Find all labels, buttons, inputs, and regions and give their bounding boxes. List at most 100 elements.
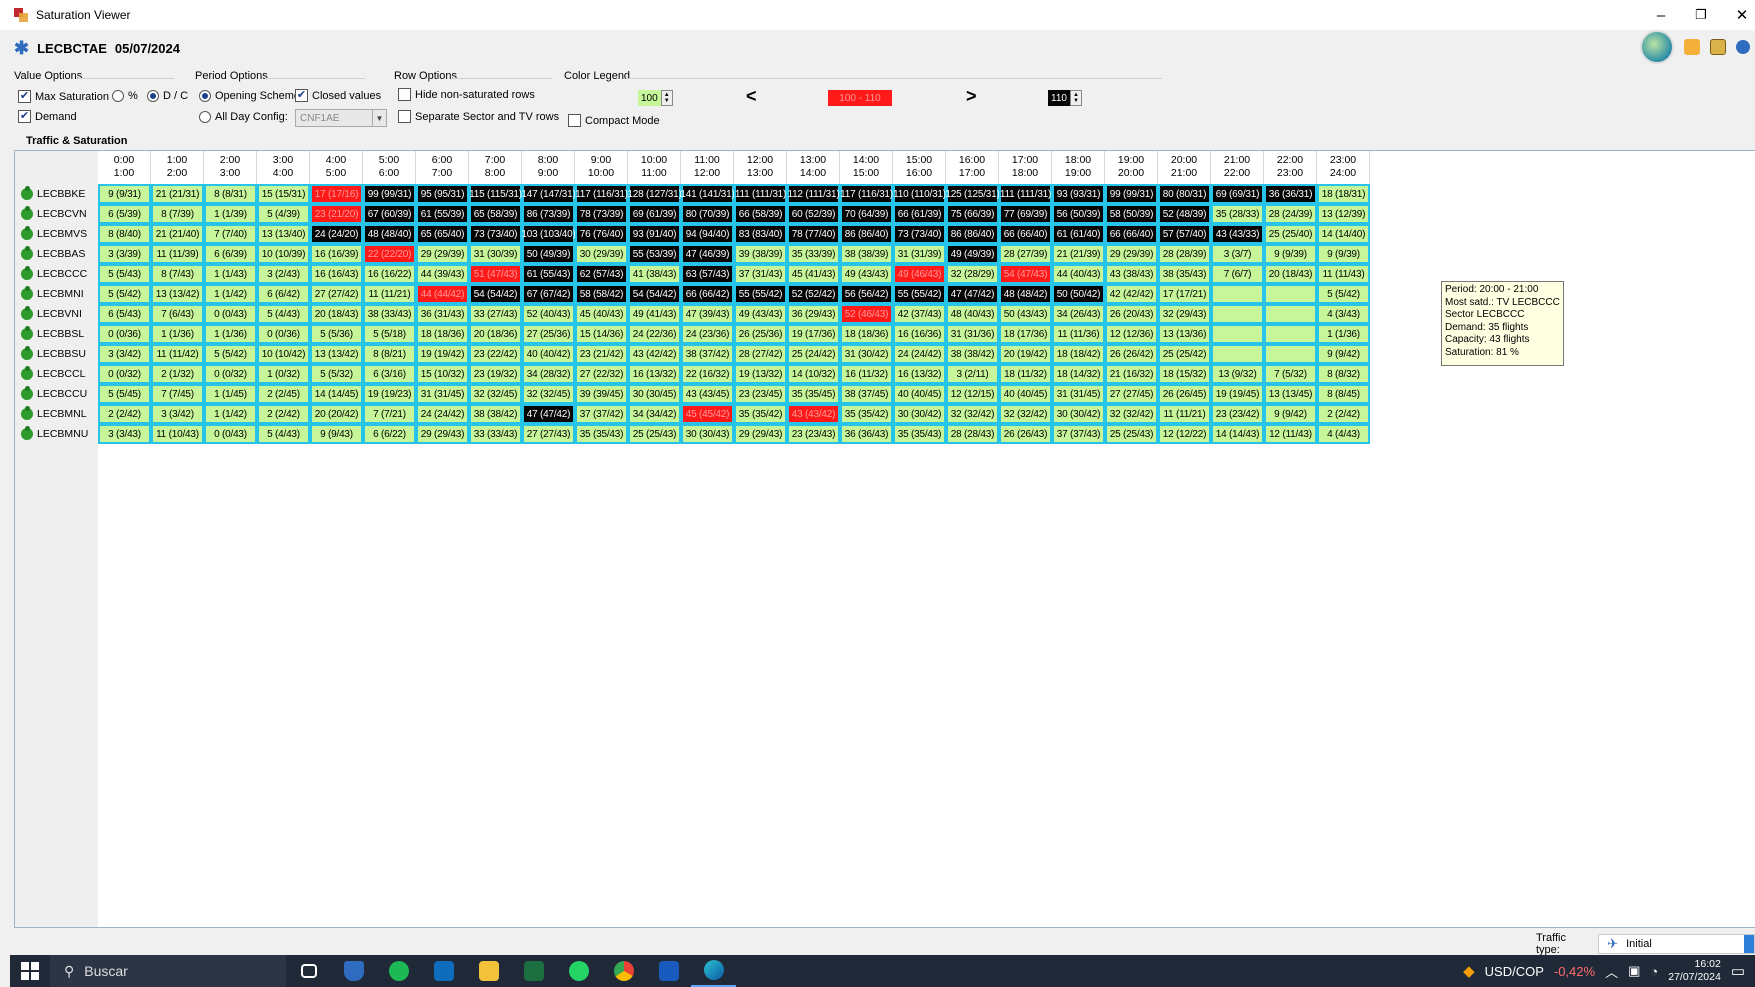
saturation-cell[interactable]: 6 (5/39)	[98, 204, 151, 224]
saturation-cell[interactable]: 7 (7/21)	[363, 404, 416, 424]
saturation-cell[interactable]: 49 (41/43)	[628, 304, 681, 324]
taskbar-search[interactable]: ⚲ Buscar	[50, 955, 286, 987]
saturation-cell[interactable]: 49 (46/43)	[893, 264, 946, 284]
hide-non-saturated-checkbox[interactable]: Hide non-saturated rows	[398, 88, 535, 101]
sector-row-label[interactable]: LECBBSU	[15, 344, 98, 364]
saturation-cell[interactable]: 19 (17/36)	[787, 324, 840, 344]
saturation-cell[interactable]: 28 (28/39)	[1158, 244, 1211, 264]
saturation-cell[interactable]: 8 (7/43)	[151, 264, 204, 284]
saturation-cell[interactable]: 69 (69/31)	[1211, 184, 1264, 204]
saturation-cell[interactable]: 35 (35/43)	[575, 424, 628, 444]
saturation-cell[interactable]: 80 (70/39)	[681, 204, 734, 224]
saturation-cell[interactable]: 38 (37/45)	[840, 384, 893, 404]
saturation-cell[interactable]: 29 (29/43)	[416, 424, 469, 444]
saturation-cell[interactable]: 66 (66/40)	[1105, 224, 1158, 244]
saturation-cell[interactable]: 52 (40/43)	[522, 304, 575, 324]
saturation-cell[interactable]: 16 (13/32)	[628, 364, 681, 384]
saturation-cell[interactable]: 9 (9/43)	[310, 424, 363, 444]
saturation-cell[interactable]: 70 (64/39)	[840, 204, 893, 224]
saturation-cell[interactable]: 3 (3/42)	[151, 404, 204, 424]
saturation-cell[interactable]: 31 (31/45)	[416, 384, 469, 404]
saturation-cell[interactable]: 49 (43/43)	[734, 304, 787, 324]
saturation-cell[interactable]: 45 (45/42)	[681, 404, 734, 424]
saturation-cell[interactable]: 6 (3/16)	[363, 364, 416, 384]
saturation-cell[interactable]: 23 (23/42)	[1211, 404, 1264, 424]
saturation-cell[interactable]: 26 (26/42)	[1105, 344, 1158, 364]
saturation-cell[interactable]: 9 (9/39)	[1317, 244, 1370, 264]
saturation-cell[interactable]: 60 (52/39)	[787, 204, 840, 224]
saturation-cell[interactable]: 65 (58/39)	[469, 204, 522, 224]
saturation-cell[interactable]: 117 (116/31)	[840, 184, 893, 204]
saturation-cell[interactable]: 45 (40/43)	[575, 304, 628, 324]
percent-radio[interactable]: %	[112, 90, 138, 102]
saturation-cell[interactable]: 42 (37/43)	[893, 304, 946, 324]
sector-row-label[interactable]: LECBCCU	[15, 384, 98, 404]
saturation-cell[interactable]: 78 (73/39)	[575, 204, 628, 224]
saturation-cell[interactable]: 11 (11/42)	[151, 344, 204, 364]
saturation-cell[interactable]: 31 (31/45)	[1052, 384, 1105, 404]
saturation-cell[interactable]: 29 (29/39)	[1105, 244, 1158, 264]
saturation-cell[interactable]: 38 (38/42)	[946, 344, 999, 364]
restore-button[interactable]: ❐	[1681, 0, 1721, 30]
saturation-cell[interactable]: 73 (73/40)	[469, 224, 522, 244]
saturation-cell[interactable]: 32 (32/42)	[999, 404, 1052, 424]
all-day-config-radio[interactable]: All Day Config:	[199, 111, 288, 123]
saturation-cell[interactable]: 31 (30/42)	[840, 344, 893, 364]
saturation-cell[interactable]: 34 (34/42)	[628, 404, 681, 424]
saturation-cell[interactable]: 43 (42/42)	[628, 344, 681, 364]
saturation-cell[interactable]: 16 (16/36)	[893, 324, 946, 344]
saturation-cell[interactable]: 32 (32/45)	[522, 384, 575, 404]
saturation-cell[interactable]: 11 (11/36)	[1052, 324, 1105, 344]
saturation-cell[interactable]: 9 (9/42)	[1264, 404, 1317, 424]
saturation-cell[interactable]: 55 (53/39)	[628, 244, 681, 264]
saturation-cell[interactable]: 38 (38/42)	[469, 404, 522, 424]
saturation-cell[interactable]: 25 (24/42)	[787, 344, 840, 364]
saturation-cell[interactable]: 13 (13/40)	[257, 224, 310, 244]
saturation-cell[interactable]: 51 (47/43)	[469, 264, 522, 284]
saturation-cell[interactable]: 3 (3/42)	[98, 344, 151, 364]
saturation-cell[interactable]: 21 (21/39)	[1052, 244, 1105, 264]
saturation-cell[interactable]: 24 (23/36)	[681, 324, 734, 344]
saturation-cell[interactable]: 11 (11/21)	[363, 284, 416, 304]
demand-checkbox[interactable]: ✔ Demand	[18, 110, 77, 123]
saturation-cell[interactable]: 27 (25/36)	[522, 324, 575, 344]
saturation-cell[interactable]: 65 (65/40)	[416, 224, 469, 244]
saturation-cell[interactable]: 67 (60/39)	[363, 204, 416, 224]
saturation-cell[interactable]: 13 (12/39)	[1317, 204, 1370, 224]
saturation-cell[interactable]: 28 (24/39)	[1264, 204, 1317, 224]
saturation-cell[interactable]: 56 (56/42)	[840, 284, 893, 304]
saturation-cell[interactable]: 16 (13/32)	[893, 364, 946, 384]
saturation-cell[interactable]: 30 (30/43)	[681, 424, 734, 444]
saturation-cell[interactable]: 26 (20/43)	[1105, 304, 1158, 324]
saturation-cell[interactable]: 43 (38/43)	[1105, 264, 1158, 284]
saturation-cell[interactable]: 36 (36/31)	[1264, 184, 1317, 204]
saturation-cell[interactable]: 63 (57/43)	[681, 264, 734, 284]
saturation-cell[interactable]	[1211, 324, 1264, 344]
sector-row-label[interactable]: LECBMNL	[15, 404, 98, 424]
saturation-cell[interactable]: 27 (27/43)	[522, 424, 575, 444]
saturation-cell[interactable]: 78 (77/40)	[787, 224, 840, 244]
saturation-cell[interactable]: 115 (115/31)	[469, 184, 522, 204]
saturation-cell[interactable]: 7 (7/40)	[204, 224, 257, 244]
saturation-cell[interactable]: 93 (91/40)	[628, 224, 681, 244]
saturation-cell[interactable]: 50 (49/39)	[522, 244, 575, 264]
saturation-cell[interactable]: 24 (24/42)	[893, 344, 946, 364]
saturation-cell[interactable]: 0 (0/36)	[257, 324, 310, 344]
saturation-cell[interactable]: 28 (27/42)	[734, 344, 787, 364]
saturation-cell[interactable]: 11 (11/43)	[1317, 264, 1370, 284]
saturation-cell[interactable]: 3 (3/39)	[98, 244, 151, 264]
saturation-cell[interactable]: 5 (5/32)	[310, 364, 363, 384]
saturation-cell[interactable]: 83 (83/40)	[734, 224, 787, 244]
saturation-cell[interactable]: 54 (47/43)	[999, 264, 1052, 284]
saturation-cell[interactable]: 23 (22/42)	[469, 344, 522, 364]
saturation-cell[interactable]: 2 (2/45)	[257, 384, 310, 404]
saturation-cell[interactable]: 29 (29/43)	[734, 424, 787, 444]
saturation-cell[interactable]: 25 (25/40)	[1264, 224, 1317, 244]
saturation-cell[interactable]: 13 (13/42)	[151, 284, 204, 304]
saturation-cell[interactable]: 5 (5/18)	[363, 324, 416, 344]
saturation-cell[interactable]: 8 (8/21)	[363, 344, 416, 364]
saturation-cell[interactable]: 14 (10/32)	[787, 364, 840, 384]
saturation-cell[interactable]: 1 (1/36)	[151, 324, 204, 344]
saturation-cell[interactable]: 30 (30/45)	[628, 384, 681, 404]
saturation-cell[interactable]: 9 (9/39)	[1264, 244, 1317, 264]
